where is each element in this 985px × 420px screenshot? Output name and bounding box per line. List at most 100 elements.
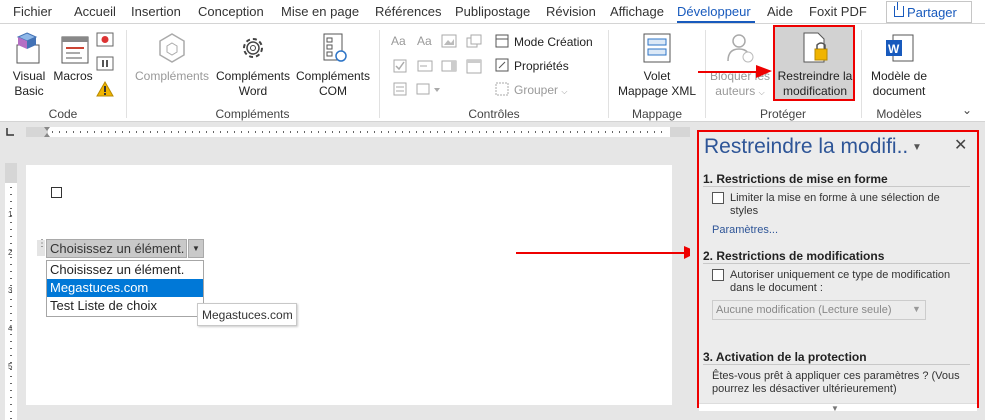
- tab-publipostage[interactable]: Publipostage: [455, 4, 530, 19]
- repeating-section-icon[interactable]: [392, 81, 408, 100]
- word-template-icon: W: [886, 34, 914, 62]
- annotation-arrow-head-icon: [756, 65, 772, 78]
- complements-com-button[interactable]: Compléments COM: [293, 31, 373, 99]
- record-macro-icon[interactable]: [96, 31, 116, 52]
- legacy-tools-icon[interactable]: [416, 81, 442, 100]
- share-icon: [894, 2, 904, 17]
- limit-formatting-checkbox[interactable]: [712, 192, 724, 204]
- tab-affichage[interactable]: Affichage: [610, 4, 664, 19]
- block-authors-icon: [727, 34, 754, 63]
- visual-basic-icon: [16, 32, 40, 64]
- complements-word-button[interactable]: Compléments Word: [213, 31, 293, 99]
- complements-button[interactable]: Compléments: [132, 31, 212, 84]
- tab-mise-en-page[interactable]: Mise en page: [281, 4, 359, 19]
- section-heading-protection: 3. Activation de la protection: [703, 350, 867, 364]
- ribbon-tab-bar: Fichier Accueil Insertion Conception Mis…: [0, 0, 985, 24]
- limit-formatting-label: Limiter la mise en forme à une sélection…: [730, 192, 940, 217]
- vertical-ruler-label: 1: [8, 210, 13, 219]
- building-block-icon[interactable]: [466, 34, 482, 51]
- group-label-mappage: Mappage: [631, 107, 683, 121]
- vertical-ruler[interactable]: 1 2 3 4 5: [5, 163, 17, 420]
- protection-prompt-text: Êtes-vous prêt à appliquer ces paramètre…: [712, 370, 960, 395]
- modele-label-1: Modèle de: [870, 69, 928, 83]
- active-tab-indicator: [677, 21, 755, 23]
- lock-document-icon: [803, 32, 828, 63]
- content-control-dropdown[interactable]: Choisissez un élément.: [46, 239, 187, 258]
- annotation-arrow-line: [698, 71, 760, 73]
- tab-conception[interactable]: Conception: [198, 4, 264, 19]
- vertical-ruler-label: 5: [8, 362, 13, 371]
- group-separator: [126, 30, 127, 118]
- content-control-handle[interactable]: ⋮: [37, 239, 47, 256]
- share-button[interactable]: Partager: [886, 1, 972, 23]
- group-separator: [705, 30, 706, 118]
- tab-developpeur[interactable]: Développeur: [677, 4, 751, 19]
- complements-word-label-1: Compléments: [215, 69, 291, 83]
- addins-hexagon-icon: [159, 33, 185, 63]
- section-divider: [703, 186, 970, 187]
- parametres-link[interactable]: Paramètres...: [712, 224, 778, 236]
- restreindre-label-2: modification: [782, 84, 848, 98]
- dropdown-option[interactable]: Choisissez un élément.: [47, 261, 203, 279]
- chevron-down-icon[interactable]: ▼: [912, 304, 921, 314]
- tab-insertion[interactable]: Insertion: [131, 4, 181, 19]
- visual-basic-label-2: Basic: [14, 84, 44, 98]
- date-picker-control-icon[interactable]: [466, 58, 482, 77]
- horizontal-ruler[interactable]: [26, 127, 690, 137]
- picture-control-icon[interactable]: [441, 34, 457, 51]
- gear-icon: [243, 38, 263, 58]
- tab-references[interactable]: Références: [375, 4, 441, 19]
- close-icon[interactable]: ✕: [954, 135, 967, 155]
- mode-creation-button[interactable]: Mode Création: [514, 35, 593, 49]
- tab-foxit-pdf[interactable]: Foxit PDF: [809, 4, 867, 19]
- complements-com-label-1: Compléments: [295, 69, 371, 83]
- tab-accueil[interactable]: Accueil: [74, 4, 116, 19]
- com-addins-icon: [323, 33, 347, 62]
- bloquer-label-2-text: auteurs: [715, 84, 756, 98]
- macros-icon: [61, 36, 89, 64]
- allow-editing-type-label: Autoriser uniquement ce type de modifica…: [730, 269, 951, 294]
- group-label-controles: Contrôles: [468, 107, 520, 121]
- tab-revision[interactable]: Révision: [546, 4, 596, 19]
- share-label: Partager: [907, 5, 957, 20]
- group-separator: [608, 30, 609, 118]
- dropdown-option[interactable]: Test Liste de choix: [47, 297, 203, 315]
- combobox-control-icon[interactable]: [417, 58, 433, 77]
- checkbox-control-icon[interactable]: [392, 58, 408, 77]
- chevron-down-icon: ⌵: [758, 88, 765, 97]
- modele-label-2: document: [872, 84, 926, 98]
- plain-text-control-icon[interactable]: Aa: [417, 34, 432, 48]
- vertical-ruler-label: 4: [8, 324, 13, 333]
- scroll-down-icon[interactable]: ▼: [831, 404, 839, 413]
- macros-label: Macros: [53, 69, 93, 83]
- collapse-ribbon-chevron-icon[interactable]: ⌄: [962, 103, 972, 117]
- ruler-tab-selector-icon[interactable]: [5, 127, 15, 137]
- bloquer-label-2: auteurs ⌵: [708, 84, 772, 100]
- allow-editing-type-checkbox[interactable]: [712, 269, 724, 281]
- visual-basic-button[interactable]: Visual Basic: [8, 31, 50, 99]
- grouper-button[interactable]: Grouper ⌵: [514, 83, 567, 97]
- pane-options-caret-icon[interactable]: ▼: [912, 142, 922, 153]
- chevron-down-icon: ⌵: [561, 87, 568, 96]
- xml-mapping-icon: [643, 33, 671, 63]
- macro-security-icon[interactable]: [96, 80, 114, 101]
- content-control-arrow-icon[interactable]: ▼: [188, 239, 204, 258]
- svg-text:W: W: [888, 42, 900, 56]
- pane-title: Restreindre la modifi..: [704, 135, 909, 158]
- complements-word-label-2: Word: [238, 84, 268, 98]
- group-label-modeles: Modèles: [876, 107, 922, 121]
- dropdown-list-control-icon[interactable]: [441, 58, 457, 77]
- editing-type-select[interactable]: Aucune modification (Lecture seule): [712, 300, 926, 320]
- tab-fichier[interactable]: Fichier: [13, 4, 52, 19]
- volet-mappage-xml-button[interactable]: Volet Mappage XML: [614, 31, 700, 99]
- rich-text-control-icon[interactable]: Aa: [391, 34, 406, 48]
- section-heading-formatting: 1. Restrictions de mise en forme: [703, 172, 888, 186]
- macros-button[interactable]: Macros: [52, 31, 94, 84]
- pause-macro-icon[interactable]: [96, 55, 116, 76]
- tab-aide[interactable]: Aide: [767, 4, 793, 19]
- document-checkbox[interactable]: [51, 187, 62, 198]
- modele-document-button[interactable]: W Modèle de document: [865, 31, 933, 99]
- restreindre-modification-button[interactable]: Restreindre la modification: [775, 31, 855, 99]
- dropdown-option-selected[interactable]: Megastuces.com: [47, 279, 203, 297]
- proprietes-button[interactable]: Propriétés: [514, 59, 569, 73]
